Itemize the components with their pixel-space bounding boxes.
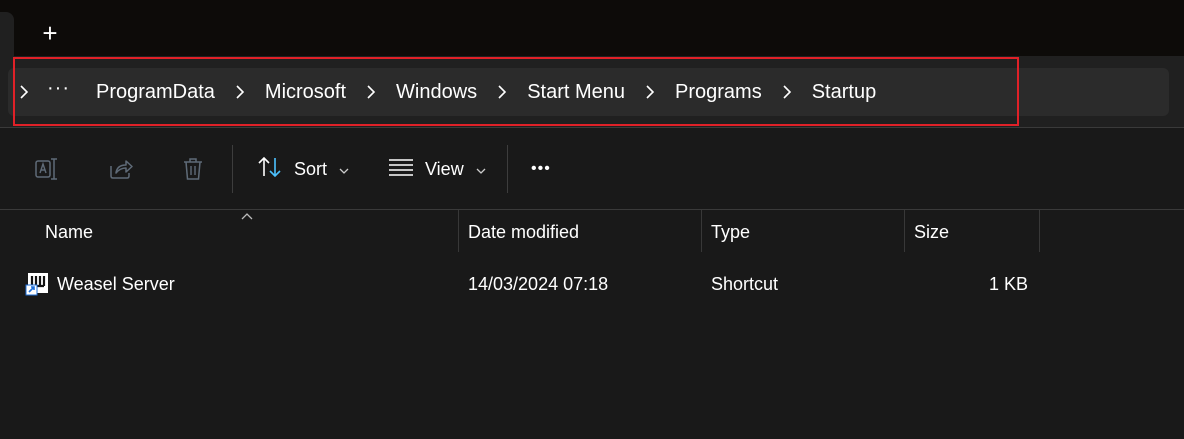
view-button[interactable]: View bbox=[387, 150, 486, 188]
chevron-right-icon[interactable] bbox=[776, 81, 798, 103]
rename-icon[interactable] bbox=[31, 152, 65, 186]
breadcrumb-item-startup[interactable]: Startup bbox=[798, 81, 890, 104]
command-bar: Sort View ••• bbox=[0, 128, 1184, 210]
chevron-right-icon[interactable] bbox=[639, 81, 661, 103]
delete-icon[interactable] bbox=[176, 152, 210, 186]
sort-button[interactable]: Sort bbox=[256, 150, 349, 188]
breadcrumb: ··· ProgramData Microsoft Windows Start … bbox=[13, 68, 890, 116]
chevron-right-icon[interactable] bbox=[491, 81, 513, 103]
title-bar: + bbox=[0, 0, 1184, 56]
breadcrumb-item-start-menu[interactable]: Start Menu bbox=[513, 81, 639, 104]
file-name: Weasel Server bbox=[57, 273, 175, 294]
toolbar-separator bbox=[232, 145, 233, 193]
share-icon[interactable] bbox=[104, 152, 138, 186]
breadcrumb-overflow-button[interactable]: ··· bbox=[35, 77, 82, 100]
breadcrumb-item-programdata[interactable]: ProgramData bbox=[82, 81, 229, 104]
view-icon bbox=[387, 155, 415, 184]
chevron-right-icon[interactable] bbox=[13, 81, 35, 103]
breadcrumb-item-microsoft[interactable]: Microsoft bbox=[251, 81, 360, 104]
breadcrumb-item-windows[interactable]: Windows bbox=[382, 81, 491, 104]
column-header-row: Name Date modified Type Size bbox=[0, 210, 1184, 254]
column-header-name[interactable]: Name bbox=[35, 210, 458, 254]
file-size: 1 KB bbox=[988, 273, 1028, 294]
more-icon: ••• bbox=[531, 160, 551, 177]
shortcut-file-icon bbox=[25, 273, 48, 296]
view-label: View bbox=[425, 158, 464, 179]
file-row[interactable]: Weasel Server 14/03/2024 07:18 Shortcut … bbox=[0, 262, 1184, 306]
chevron-down-icon bbox=[339, 159, 349, 180]
column-header-type[interactable]: Type bbox=[701, 210, 904, 254]
more-options-button[interactable]: ••• bbox=[531, 150, 551, 188]
chevron-down-icon bbox=[476, 159, 486, 180]
column-resize-handle[interactable] bbox=[1039, 210, 1040, 252]
file-type: Shortcut bbox=[711, 273, 779, 294]
column-header-size[interactable]: Size bbox=[904, 210, 1039, 254]
chevron-right-icon[interactable] bbox=[229, 81, 251, 103]
new-tab-button[interactable]: + bbox=[32, 16, 68, 50]
column-header-date-modified[interactable]: Date modified bbox=[458, 210, 701, 254]
file-date-modified: 14/03/2024 07:18 bbox=[468, 273, 609, 294]
sort-label: Sort bbox=[294, 158, 328, 179]
toolbar-separator bbox=[507, 145, 508, 193]
chevron-right-icon[interactable] bbox=[360, 81, 382, 103]
active-tab[interactable] bbox=[0, 12, 14, 56]
breadcrumb-item-programs[interactable]: Programs bbox=[661, 81, 776, 104]
sort-icon bbox=[256, 155, 284, 184]
